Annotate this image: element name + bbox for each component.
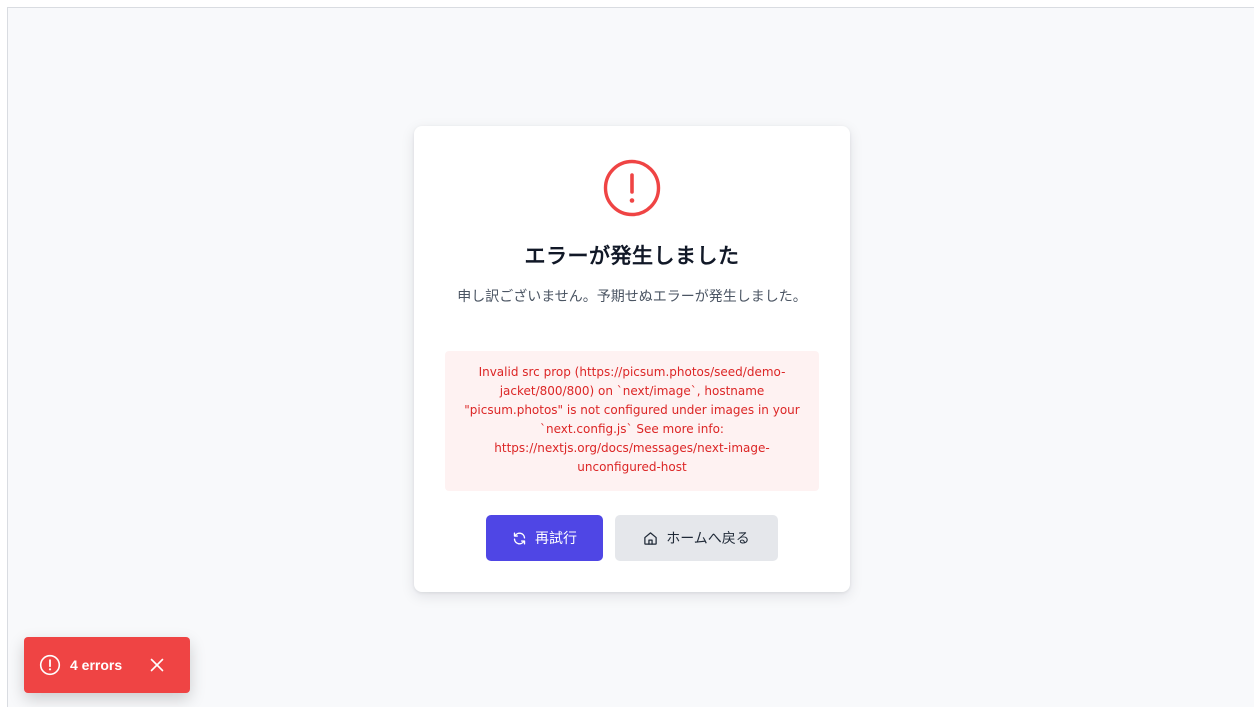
error-toast[interactable]: 4 errors <box>24 637 190 693</box>
error-count-label: 4 errors <box>70 657 123 673</box>
error-detail-box: Invalid src prop (https://picsum.photos/… <box>445 351 819 491</box>
retry-button[interactable]: 再試行 <box>486 515 603 561</box>
refresh-icon <box>513 532 526 544</box>
error-message: 申し訳ございません。予期せぬエラーが発生しました。 <box>457 289 807 305</box>
close-icon[interactable] <box>150 658 164 672</box>
error-title: エラーが発生しました <box>524 244 740 268</box>
retry-button-label: 再試行 <box>535 531 577 547</box>
error-card: エラーが発生しました 申し訳ございません。予期せぬエラーが発生しました。 Inv… <box>414 126 850 592</box>
exclamation-circle-icon <box>603 159 661 217</box>
home-icon <box>644 531 657 545</box>
error-detail-text: Invalid src prop (https://picsum.photos/… <box>464 365 800 474</box>
home-button[interactable]: ホームへ戻る <box>615 515 778 561</box>
home-button-label: ホームへ戻る <box>666 531 750 547</box>
page-viewport: エラーが発生しました 申し訳ございません。予期せぬエラーが発生しました。 Inv… <box>7 7 1254 707</box>
exclamation-circle-icon <box>39 654 61 676</box>
